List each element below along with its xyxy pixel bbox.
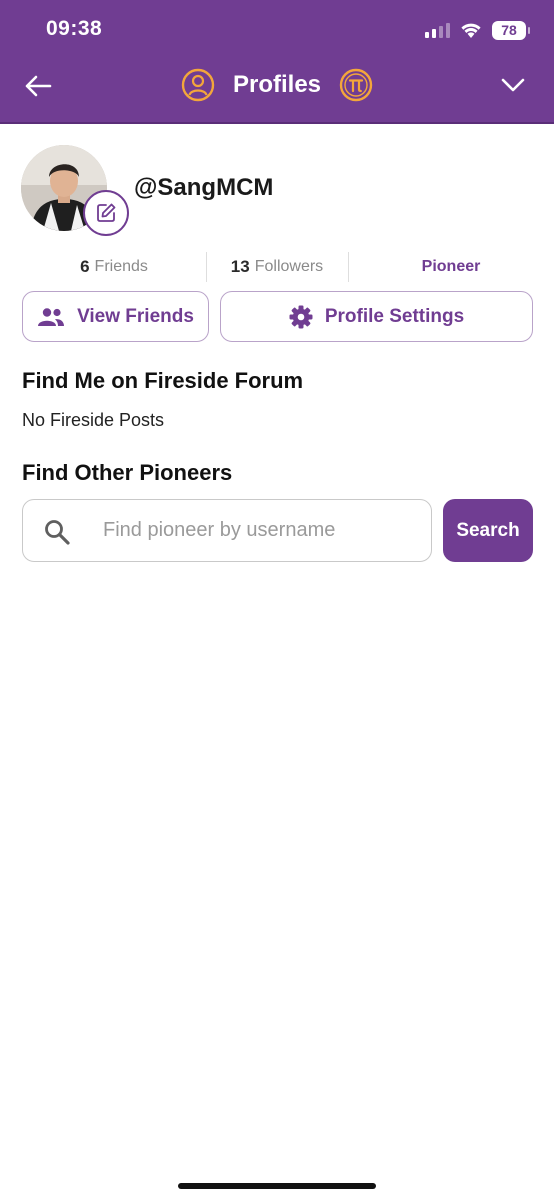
people-icon xyxy=(38,307,65,326)
followers-count: 13 xyxy=(230,257,250,276)
search-box[interactable] xyxy=(22,499,432,562)
status-time: 09:38 xyxy=(46,17,103,40)
profile-user-icon xyxy=(181,68,215,102)
gear-icon xyxy=(289,305,313,328)
friends-count: 6 xyxy=(80,257,90,276)
friends-label: Friends xyxy=(94,258,148,275)
battery-icon: 78 xyxy=(492,20,530,40)
pi-coin-icon xyxy=(339,68,373,102)
app-header: 09:38 78 Profiles xyxy=(0,0,554,124)
status-icons: 78 xyxy=(425,19,530,41)
fireside-section-title: Find Me on Fireside Forum xyxy=(22,368,304,393)
view-friends-label: View Friends xyxy=(77,305,194,327)
view-friends-button[interactable]: View Friends xyxy=(22,291,209,342)
page-title: Profiles xyxy=(232,71,322,98)
fireside-empty-text: No Fireside Posts xyxy=(22,410,165,430)
search-icon xyxy=(45,520,70,545)
find-pioneers-title: Find Other Pioneers xyxy=(22,460,233,485)
edit-avatar-button[interactable] xyxy=(83,190,129,236)
role-badge: Pioneer xyxy=(421,258,481,275)
username: @SangMCM xyxy=(134,174,274,201)
nav-title-group: Profiles xyxy=(0,68,554,102)
signal-icon xyxy=(425,22,450,38)
profile-settings-button[interactable]: Profile Settings xyxy=(220,291,533,342)
chevron-down-icon[interactable] xyxy=(500,72,526,98)
followers-stat[interactable]: 13 Followers xyxy=(206,252,348,282)
profile-settings-label: Profile Settings xyxy=(324,305,465,327)
search-button[interactable]: Search xyxy=(443,499,533,562)
profile-stats: 6 Friends 13 Followers Pioneer xyxy=(0,252,554,282)
followers-label: Followers xyxy=(254,258,324,275)
edit-icon xyxy=(97,203,116,222)
home-indicator[interactable] xyxy=(178,1183,376,1189)
friends-stat[interactable]: 6 Friends xyxy=(22,252,206,282)
wifi-icon xyxy=(461,23,481,38)
search-input[interactable] xyxy=(103,500,423,560)
